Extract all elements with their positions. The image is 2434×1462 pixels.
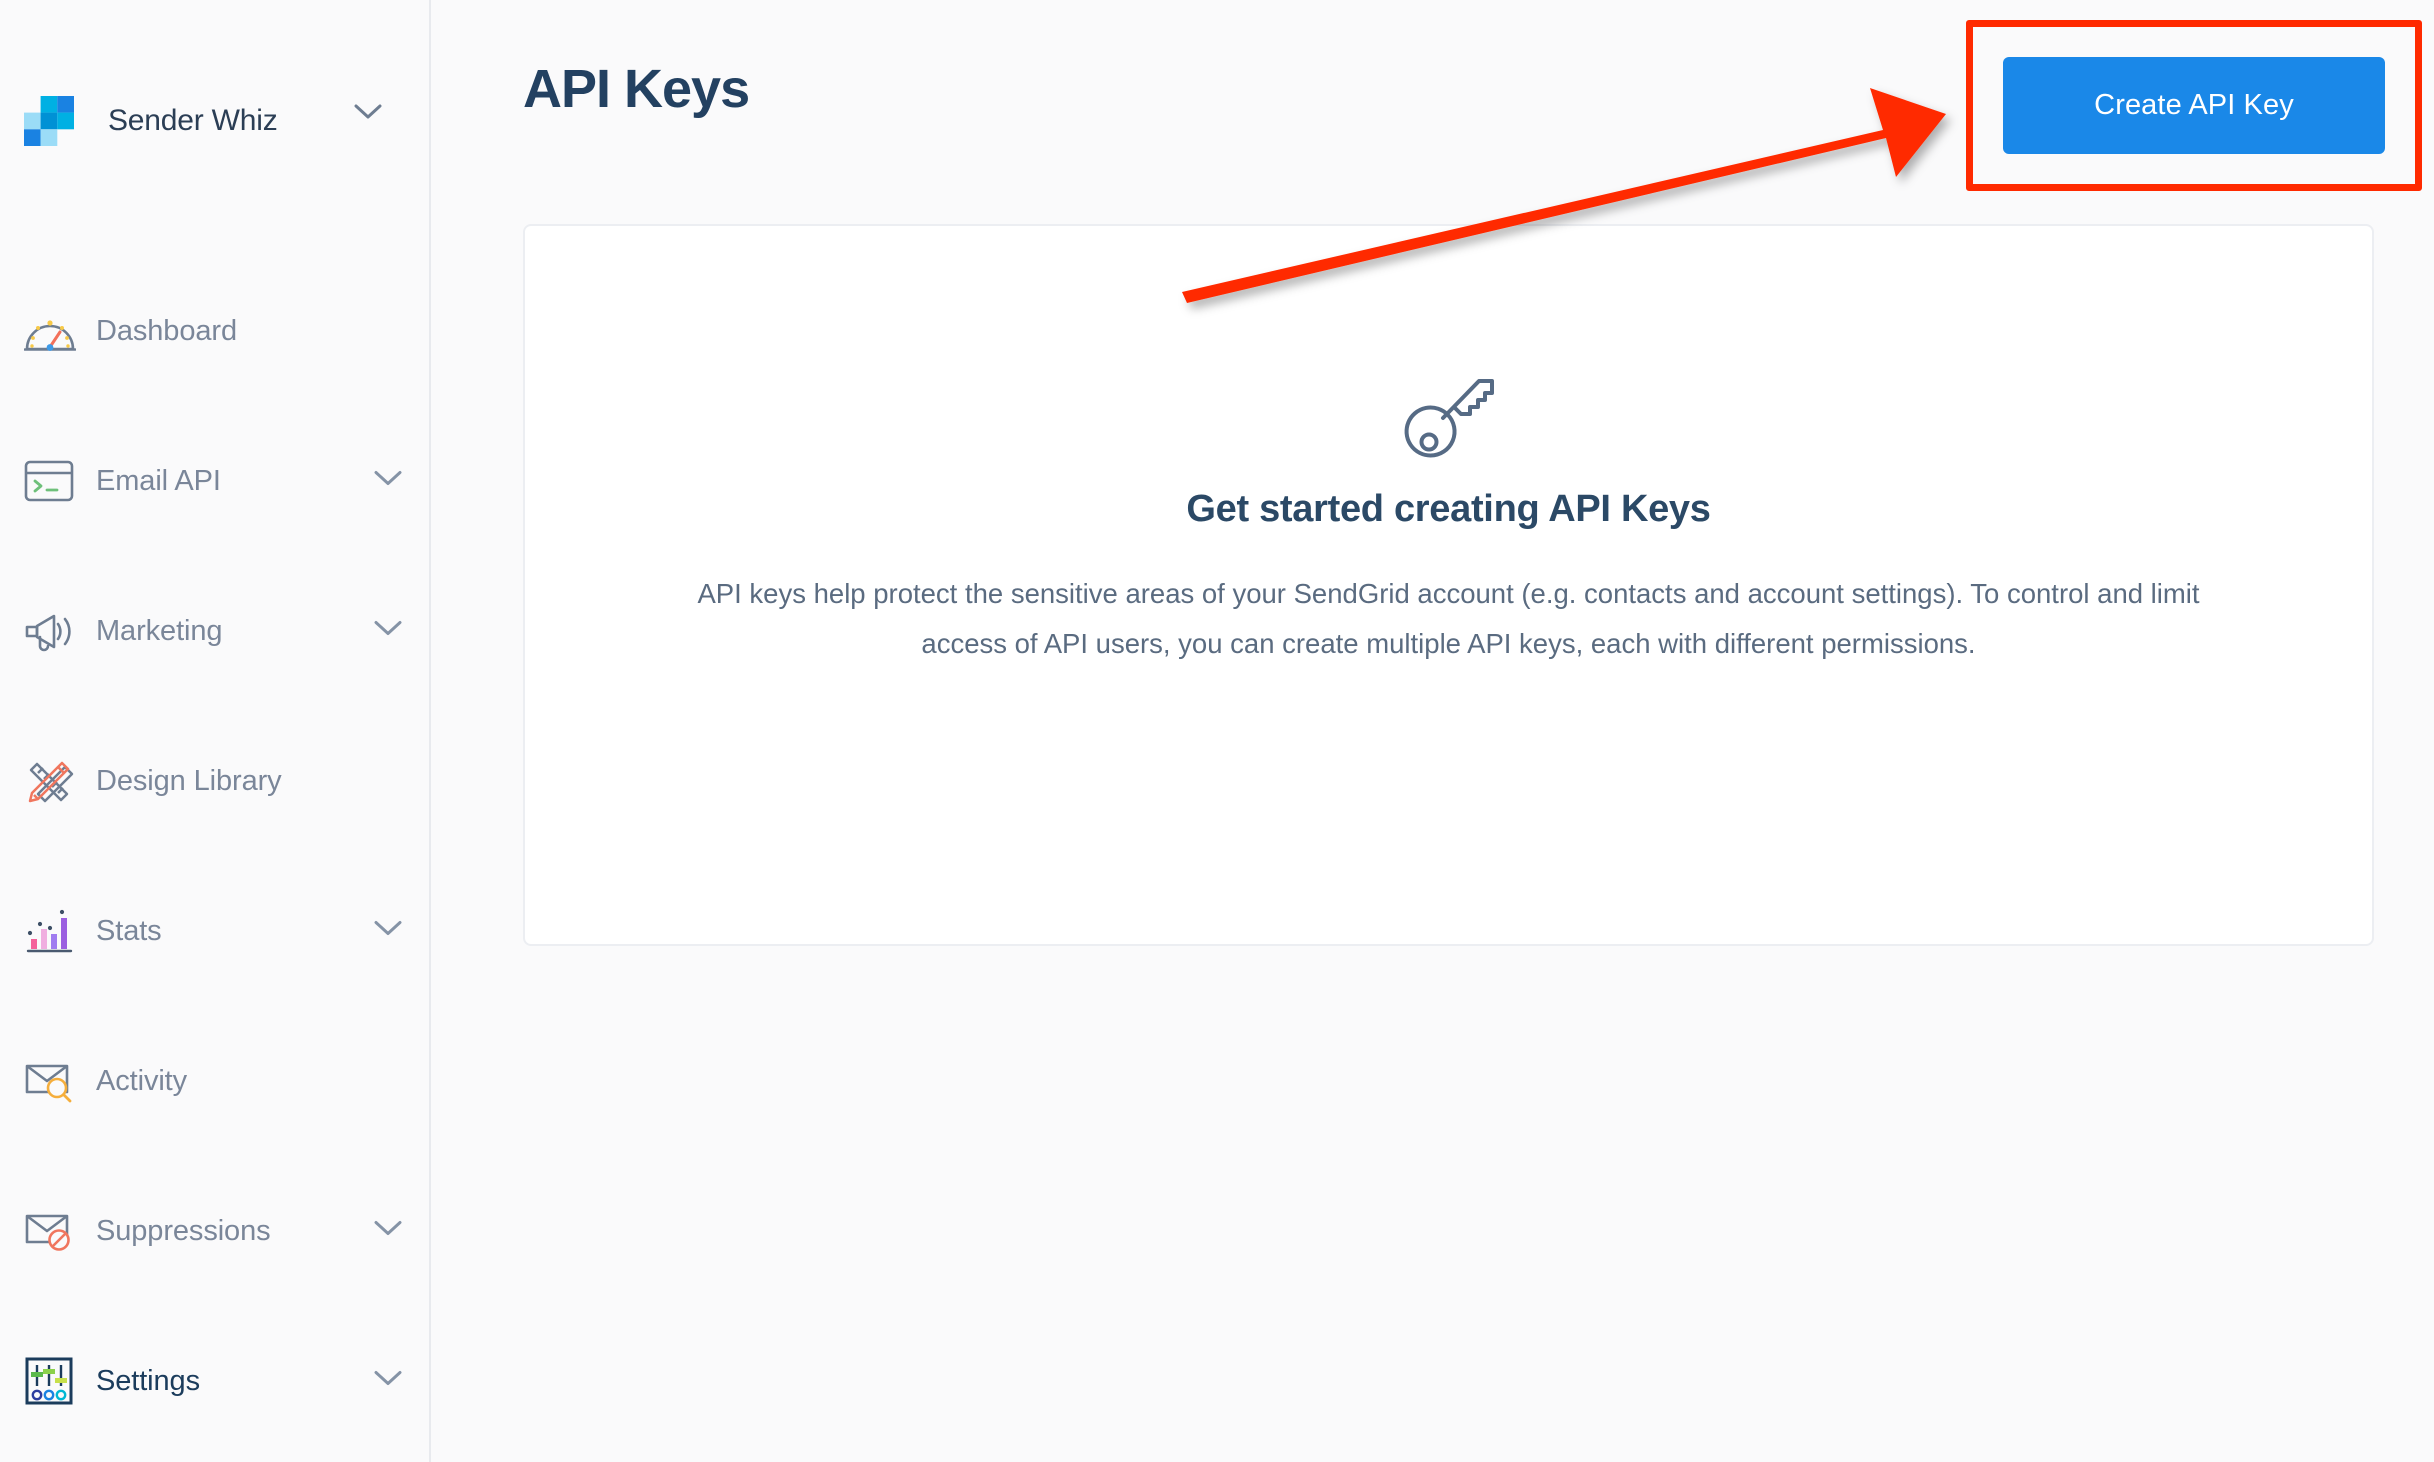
terminal-card-icon (24, 460, 80, 502)
main-content: API Keys Create API Key Get started crea… (431, 0, 2434, 1462)
sidebar-item-stats[interactable]: Stats (0, 900, 431, 962)
sidebar-item-label: Dashboard (96, 314, 237, 347)
sidebar-item-suppressions[interactable]: Suppressions (0, 1200, 431, 1262)
sidebar-item-label: Activity (96, 1064, 188, 1097)
empty-state-heading: Get started creating API Keys (1186, 488, 1711, 530)
bar-chart-icon (24, 907, 80, 955)
sidebar-nav: Dashboard Email API Marketing Design Lib… (0, 300, 431, 1412)
empty-state-card: Get started creating API Keys API keys h… (523, 224, 2374, 946)
chevron-down-icon[interactable] (373, 620, 403, 643)
megaphone-icon (24, 610, 80, 652)
sidebar: Sender Whiz Dashboard Email API Marketin… (0, 0, 431, 1462)
envelope-search-icon (24, 1059, 80, 1103)
key-icon (1399, 369, 1499, 466)
sidebar-item-label: Suppressions (96, 1214, 271, 1247)
sliders-icon (24, 1356, 80, 1406)
page-title: API Keys (523, 59, 750, 119)
sidebar-item-email-api[interactable]: Email API (0, 450, 431, 512)
sidebar-item-marketing[interactable]: Marketing (0, 600, 431, 662)
sidebar-item-design-library[interactable]: Design Library (0, 750, 431, 812)
chevron-down-icon[interactable] (373, 920, 403, 943)
sidebar-item-label: Settings (96, 1364, 200, 1397)
ruler-pencil-icon (24, 757, 80, 805)
chevron-down-icon[interactable] (373, 470, 403, 493)
sidebar-item-label: Email API (96, 464, 221, 497)
sidebar-item-settings[interactable]: Settings (0, 1350, 431, 1412)
gauge-icon (24, 309, 80, 353)
create-api-key-button[interactable]: Create API Key (2003, 57, 2385, 154)
chevron-down-icon[interactable] (373, 1370, 403, 1393)
sidebar-item-dashboard[interactable]: Dashboard (0, 300, 431, 362)
sidebar-item-label: Design Library (96, 764, 282, 797)
sendgrid-logo-icon (24, 96, 74, 146)
empty-state-description: API keys help protect the sensitive area… (697, 578, 2200, 659)
envelope-blocked-icon (24, 1209, 80, 1253)
sidebar-item-label: Stats (96, 914, 162, 947)
account-switcher[interactable]: Sender Whiz (24, 85, 407, 157)
sidebar-item-label: Marketing (96, 614, 223, 647)
chevron-down-icon[interactable] (373, 1220, 403, 1243)
account-name: Sender Whiz (108, 104, 278, 137)
chevron-down-icon[interactable] (353, 103, 383, 126)
app-root: Sender Whiz Dashboard Email API Marketin… (0, 0, 2434, 1462)
sidebar-item-activity[interactable]: Activity (0, 1050, 431, 1112)
